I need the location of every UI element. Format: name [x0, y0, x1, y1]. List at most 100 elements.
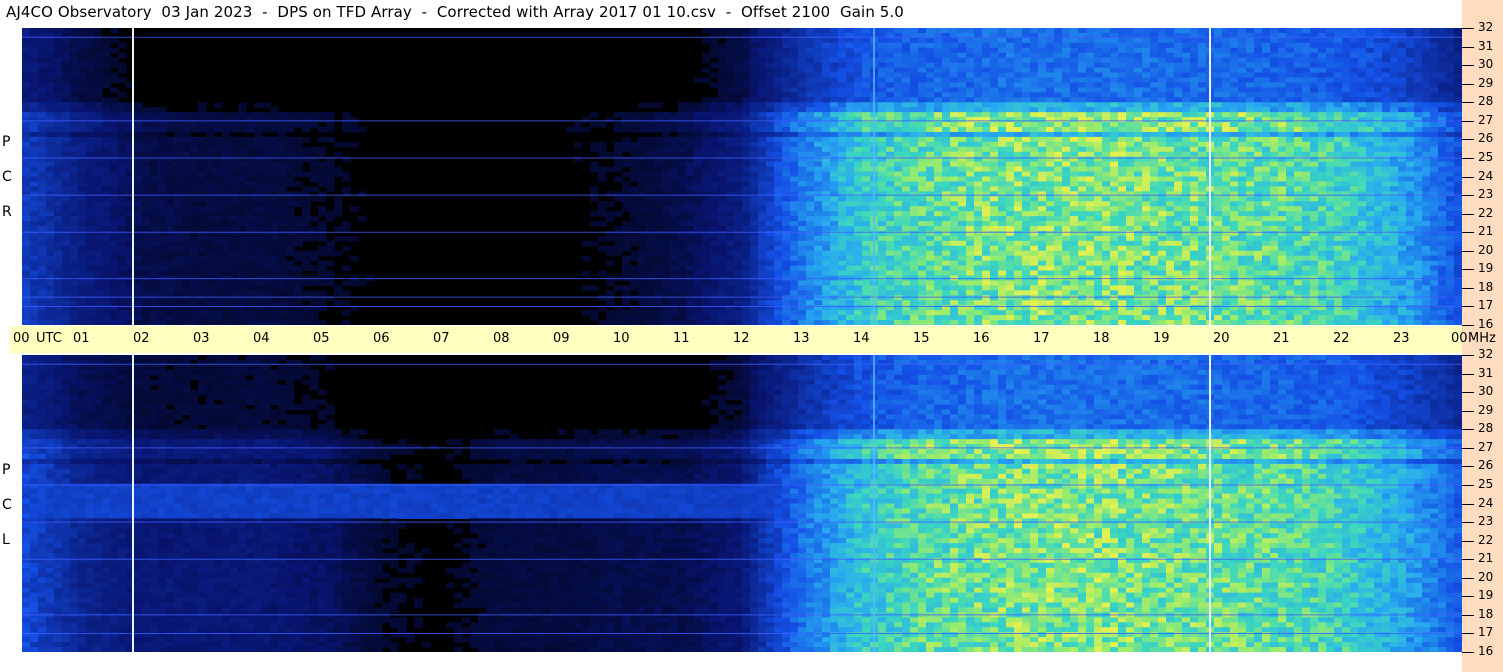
heatmap-cell: [974, 216, 983, 222]
heatmap-cell: [206, 191, 215, 197]
heatmap-cell: [238, 300, 247, 306]
heatmap-cell: [990, 131, 999, 138]
heatmap-cell: [326, 280, 335, 286]
heatmap-cell: [838, 226, 847, 232]
heatmap-cell: [878, 151, 887, 158]
heatmap-cell: [854, 285, 863, 291]
heatmap-cell: [974, 176, 983, 183]
heatmap-cell: [774, 295, 783, 301]
heatmap-cell: [686, 221, 695, 227]
heatmap-cell: [238, 255, 247, 262]
heatmap-cell: [278, 141, 287, 148]
heatmap-cell: [718, 226, 727, 232]
heatmap-cell: [814, 221, 823, 227]
heatmap-cell: [198, 127, 207, 133]
heatmap-cell: [38, 141, 47, 148]
heatmap-cell: [990, 52, 999, 59]
heatmap-cell: [646, 250, 655, 257]
heatmap-cell: [1038, 315, 1047, 321]
heatmap-cell: [166, 290, 175, 296]
heatmap-cell: [662, 295, 671, 301]
heatmap-cell: [718, 171, 727, 178]
heatmap-cell: [934, 37, 943, 44]
heatmap-cell: [886, 300, 895, 306]
heatmap-cell: [142, 295, 151, 301]
heatmap-cell: [1030, 131, 1039, 138]
heatmap-cell: [590, 122, 599, 128]
heatmap-cell: [822, 285, 831, 291]
heatmap-cell: [774, 136, 783, 143]
heatmap-cell: [78, 37, 87, 44]
heatmap-cell: [78, 112, 87, 118]
heatmap-cell: [726, 295, 735, 301]
heatmap-cell: [790, 122, 799, 128]
heatmap-cell: [286, 240, 295, 247]
heatmap-cell: [262, 320, 271, 325]
heatmap-cell: [910, 57, 919, 64]
heatmap-cell: [70, 191, 79, 197]
heatmap-cell: [1030, 151, 1039, 158]
heatmap-cell: [118, 285, 127, 291]
heatmap-cell: [662, 161, 671, 168]
heatmap-cell: [758, 92, 767, 98]
heatmap-cell: [102, 270, 111, 277]
heatmap-cell: [806, 77, 815, 84]
heatmap-cell: [718, 146, 727, 153]
heatmap-cell: [702, 280, 711, 286]
heatmap-cell: [94, 131, 103, 138]
heatmap-cell: [798, 285, 807, 291]
heatmap-cell: [710, 161, 719, 168]
heatmap-cell: [854, 107, 863, 113]
heatmap-cell: [966, 82, 975, 88]
heatmap-cell: [278, 171, 287, 178]
heatmap-cell: [910, 97, 919, 103]
heatmap-cell: [1006, 37, 1015, 44]
heatmap-cell: [982, 176, 991, 183]
heatmap-cell: [662, 186, 671, 192]
heatmap-cell: [30, 42, 39, 49]
heatmap-cell: [990, 240, 999, 247]
heatmap-cell: [934, 52, 943, 59]
heatmap-cell: [750, 127, 759, 133]
heatmap-cell: [190, 211, 199, 217]
heatmap-cell: [70, 186, 79, 192]
heatmap-cell: [118, 265, 127, 272]
heatmap-cell: [838, 250, 847, 257]
heatmap-cell: [278, 285, 287, 291]
heatmap-cell: [766, 161, 775, 168]
heatmap-cell: [798, 102, 807, 108]
heatmap-cell: [214, 255, 223, 262]
heatmap-cell: [62, 221, 71, 227]
heatmap-cell: [1014, 265, 1023, 272]
heatmap-cell: [990, 255, 999, 262]
heatmap-cell: [966, 52, 975, 59]
heatmap-cell: [310, 161, 319, 168]
heatmap-cell: [598, 171, 607, 178]
heatmap-cell: [62, 226, 71, 232]
heatmap-cell: [102, 235, 111, 242]
heatmap-cell: [942, 67, 951, 74]
heatmap-cell: [174, 240, 183, 247]
heatmap-cell: [86, 141, 95, 148]
heatmap-cell: [1046, 67, 1055, 74]
heatmap-cell: [926, 310, 935, 316]
heatmap-cell: [982, 240, 991, 247]
heatmap-cell: [742, 166, 751, 173]
heatmap-cell: [798, 201, 807, 207]
heatmap-cell: [342, 127, 351, 133]
heatmap-cell: [910, 226, 919, 232]
heatmap-cell: [70, 62, 79, 69]
heatmap-cell: [982, 211, 991, 217]
heatmap-cell: [918, 87, 927, 93]
heatmap-cell: [718, 28, 727, 34]
heatmap-cell: [94, 141, 103, 148]
heatmap-cell: [334, 151, 343, 158]
heatmap-cell: [222, 320, 231, 325]
heatmap-cell: [670, 221, 679, 227]
heatmap-cell: [846, 171, 855, 178]
heatmap-cell: [86, 226, 95, 232]
heatmap-cell: [758, 28, 767, 34]
heatmap-cell: [222, 151, 231, 158]
heatmap-cell: [942, 191, 951, 197]
heatmap-cell: [702, 290, 711, 296]
